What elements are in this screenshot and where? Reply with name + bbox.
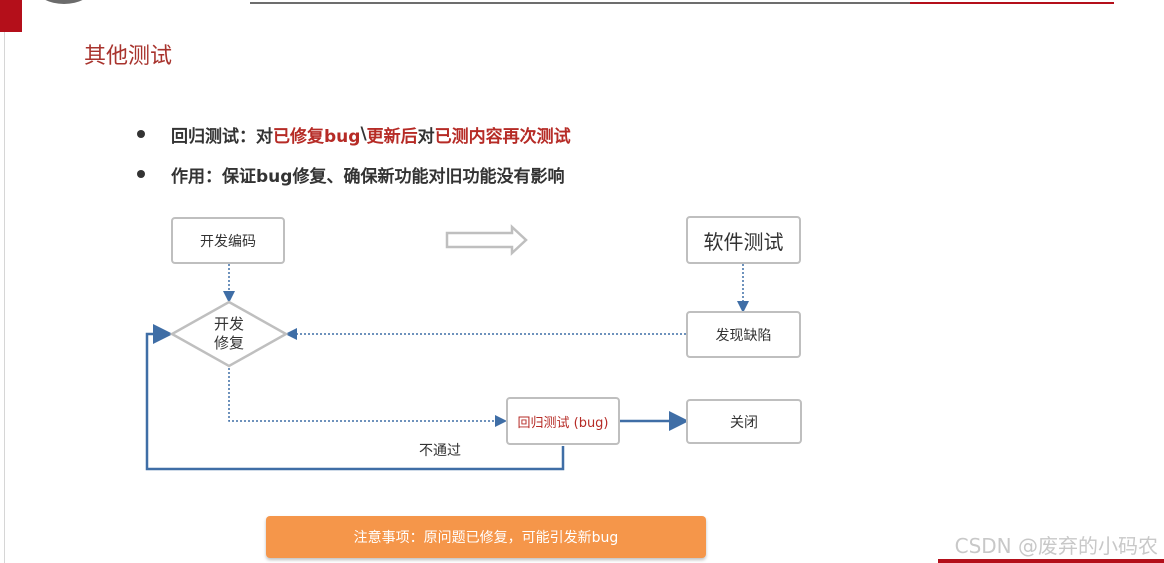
- slide: 其他测试 回归测试： 对 已修复bug \ 更新后 对 已测内容再次测试 作用：…: [0, 0, 1164, 563]
- node-dev-fix-label: 开发 修复: [196, 314, 262, 354]
- note-banner: 注意事项：原问题已修复，可能引发新bug: [266, 516, 706, 558]
- flowchart-connectors: [145, 224, 749, 471]
- dev-fix-line-1: 开发: [213, 315, 244, 333]
- bottom-red-decoration: [938, 559, 1164, 563]
- watermark-text: CSDN @废弃的小码农: [954, 534, 1158, 558]
- node-regression-test: 回归测试 (bug): [506, 397, 620, 445]
- connector-fix-to-regression: [228, 368, 507, 427]
- node-find-defect: 发现缺陷: [686, 311, 801, 358]
- dev-fix-line-2: 修复: [213, 334, 244, 352]
- node-close: 关闭: [686, 399, 802, 444]
- node-software-testing: 软件测试: [686, 216, 801, 264]
- label-not-passed: 不通过: [419, 443, 461, 459]
- hollow-arrow-icon: [445, 224, 528, 256]
- node-dev-coding: 开发编码: [171, 217, 285, 264]
